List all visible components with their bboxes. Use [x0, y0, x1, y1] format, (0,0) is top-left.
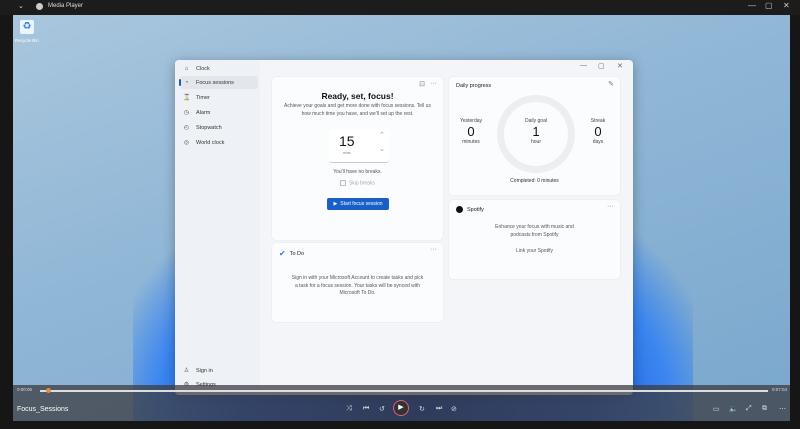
daily-progress-title: Daily progress	[456, 83, 492, 89]
focus-title: Ready, set, focus!	[321, 91, 394, 101]
shuffle-icon[interactable]: ⤨	[346, 405, 352, 413]
maximize-button[interactable]: ▢	[765, 1, 773, 10]
person-icon: ♙	[183, 368, 190, 374]
captions-icon[interactable]: ▭	[713, 405, 720, 413]
app-title: Media Player	[48, 3, 84, 9]
todo-header: ✔ To Do	[279, 249, 305, 258]
skip-breaks-checkbox: Skip breaks	[272, 180, 443, 188]
app-icon	[36, 3, 43, 10]
spotify-icon	[456, 206, 463, 213]
chevron-down-icon: ⌄	[379, 146, 385, 153]
nav-sign-in: ♙ Sign in	[183, 367, 213, 375]
focus-description: Achieve your goals and get more done wit…	[284, 103, 431, 117]
minimize-icon: —	[580, 62, 587, 69]
fullscreen-icon[interactable]: ⤢	[746, 405, 752, 413]
globe-icon: ◎	[183, 140, 190, 146]
link-spotify-link: Link your Spotify	[516, 248, 553, 254]
start-focus-session-button: ▶ Start focus session	[327, 198, 389, 210]
spotify-description: Enhance your focus with music and podcas…	[495, 224, 574, 238]
edit-icon: ✎	[608, 81, 614, 88]
back-button[interactable]: ⌄	[18, 2, 24, 10]
play-icon: ▶	[333, 201, 338, 207]
play-button[interactable]: ▶	[393, 400, 409, 416]
completed-text: Completed: 0 minutes	[510, 178, 559, 184]
daily-goal-stat: Daily goal 1 hour	[525, 118, 547, 145]
minutes-stepper: 15 mins ⌃ ⌄	[329, 129, 389, 163]
seek-bar[interactable]	[40, 390, 768, 392]
minimize-button[interactable]: —	[748, 1, 756, 10]
spotify-card: Spotify ··· Enhance your focus with musi…	[449, 200, 620, 279]
timer-icon: ⌛	[183, 95, 191, 101]
more-icon: ···	[607, 203, 614, 210]
previous-icon[interactable]: ⏮	[363, 405, 369, 413]
minutes-unit: mins	[343, 151, 351, 155]
player-controls: 0:00:06 0:07:04 Focus_Sessions ⤨ ⏮ ↺ ▶ ↻…	[13, 385, 790, 421]
nav-alarm: ◷ Alarm	[183, 109, 211, 117]
spotify-header: Spotify	[456, 206, 484, 213]
yesterday-stat: Yesterday 0 minutes	[459, 118, 483, 145]
todo-card: ✔ To Do ··· Sign in with your Microsoft A…	[272, 243, 443, 322]
pin-icon: ⊡	[419, 81, 425, 88]
todo-description: Sign in with your Microsoft Account to c…	[291, 275, 424, 296]
clock-icon: ⌂	[184, 65, 189, 72]
focus-card: ⊡ ··· Ready, set, focus! Achieve your go…	[272, 77, 443, 240]
nav-focus-sessions: ◔ Focus sessions	[179, 76, 258, 89]
clock-app-window: — ▢ ✕ ⌂ Clock ◔ Focus sessions ⌛ Timer ◷ Ala…	[175, 60, 633, 395]
stopwatch-icon: ◴	[183, 125, 190, 131]
more-icon: ···	[430, 246, 437, 253]
next-icon[interactable]: ⏭	[436, 405, 442, 413]
file-name: Focus_Sessions	[17, 406, 69, 413]
seek-handle[interactable]	[46, 388, 52, 393]
maximize-icon: ▢	[598, 63, 605, 70]
rewind-icon[interactable]: ↺	[379, 405, 385, 413]
forward-icon[interactable]: ↻	[419, 405, 425, 413]
more-options-icon[interactable]: ⋯	[779, 405, 786, 413]
time-elapsed: 0:00:06	[17, 387, 33, 392]
alarm-icon: ◷	[183, 110, 190, 116]
time-total: 0:07:04	[772, 387, 788, 392]
video-frame[interactable]: ♻ Recycle Bin — ▢ ✕ ⌂ Clock ◔ Focus sessio…	[13, 15, 790, 421]
repeat-off-icon[interactable]: ⊘	[451, 405, 457, 413]
media-player-titlebar: ⌄ Media Player — ▢ ✕	[0, 0, 800, 15]
sidebar: ⌂ Clock ◔ Focus sessions ⌛ Timer ◷ Alarm ◴ St…	[175, 60, 260, 395]
close-icon: ✕	[617, 63, 623, 70]
minutes-value: 15	[339, 133, 355, 149]
checkmark-icon: ✔	[279, 249, 286, 258]
focus-icon: ◔	[184, 79, 189, 86]
nav-world-clock: ◎ World clock	[183, 139, 225, 147]
miniplayer-icon[interactable]: ⧉	[762, 405, 767, 413]
daily-progress-card: Daily progress ✎ Yesterday 0 minutes Daily…	[449, 77, 620, 195]
nav-stopwatch: ◴ Stopwatch	[183, 124, 222, 132]
recycle-bin-icon: ♻	[20, 20, 34, 34]
nav-timer: ⌛ Timer	[183, 94, 210, 102]
chevron-up-icon: ⌃	[379, 132, 385, 139]
recycle-bin-label: Recycle Bin	[15, 38, 39, 43]
close-button[interactable]: ✕	[783, 1, 790, 10]
volume-icon[interactable]: 🔈	[729, 405, 738, 413]
more-icon: ···	[430, 80, 437, 87]
nav-clock: ⌂ Clock	[184, 65, 210, 72]
streak-stat: Streak 0 days	[590, 118, 606, 145]
breaks-text: You'll have no breaks.	[333, 169, 382, 175]
